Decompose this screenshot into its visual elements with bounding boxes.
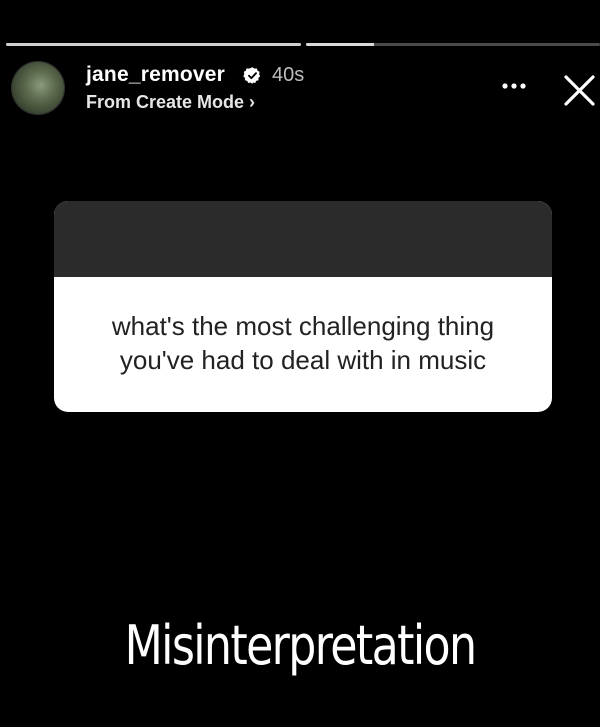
verified-badge-icon: [243, 67, 261, 84]
story-progress-segment-current: [306, 43, 600, 46]
question-text: what's the most challenging thing you've…: [111, 310, 495, 375]
time-ago: 40s: [272, 64, 305, 86]
question-sticker: what's the most challenging thing you've…: [54, 201, 552, 412]
close-icon[interactable]: [563, 74, 596, 107]
ellipsis-icon[interactable]: [499, 80, 529, 92]
question-sticker-body: what's the most challenging thing you've…: [54, 277, 552, 412]
question-sticker-header: [54, 201, 552, 277]
answer-text: Misinterpretation: [124, 614, 477, 677]
avatar[interactable]: [12, 62, 64, 114]
username[interactable]: jane_remover: [86, 63, 225, 87]
story-progress-segment-complete: [6, 43, 301, 46]
create-mode-link[interactable]: From Create Mode ›: [86, 92, 255, 113]
story-progress-fill: [306, 43, 374, 46]
